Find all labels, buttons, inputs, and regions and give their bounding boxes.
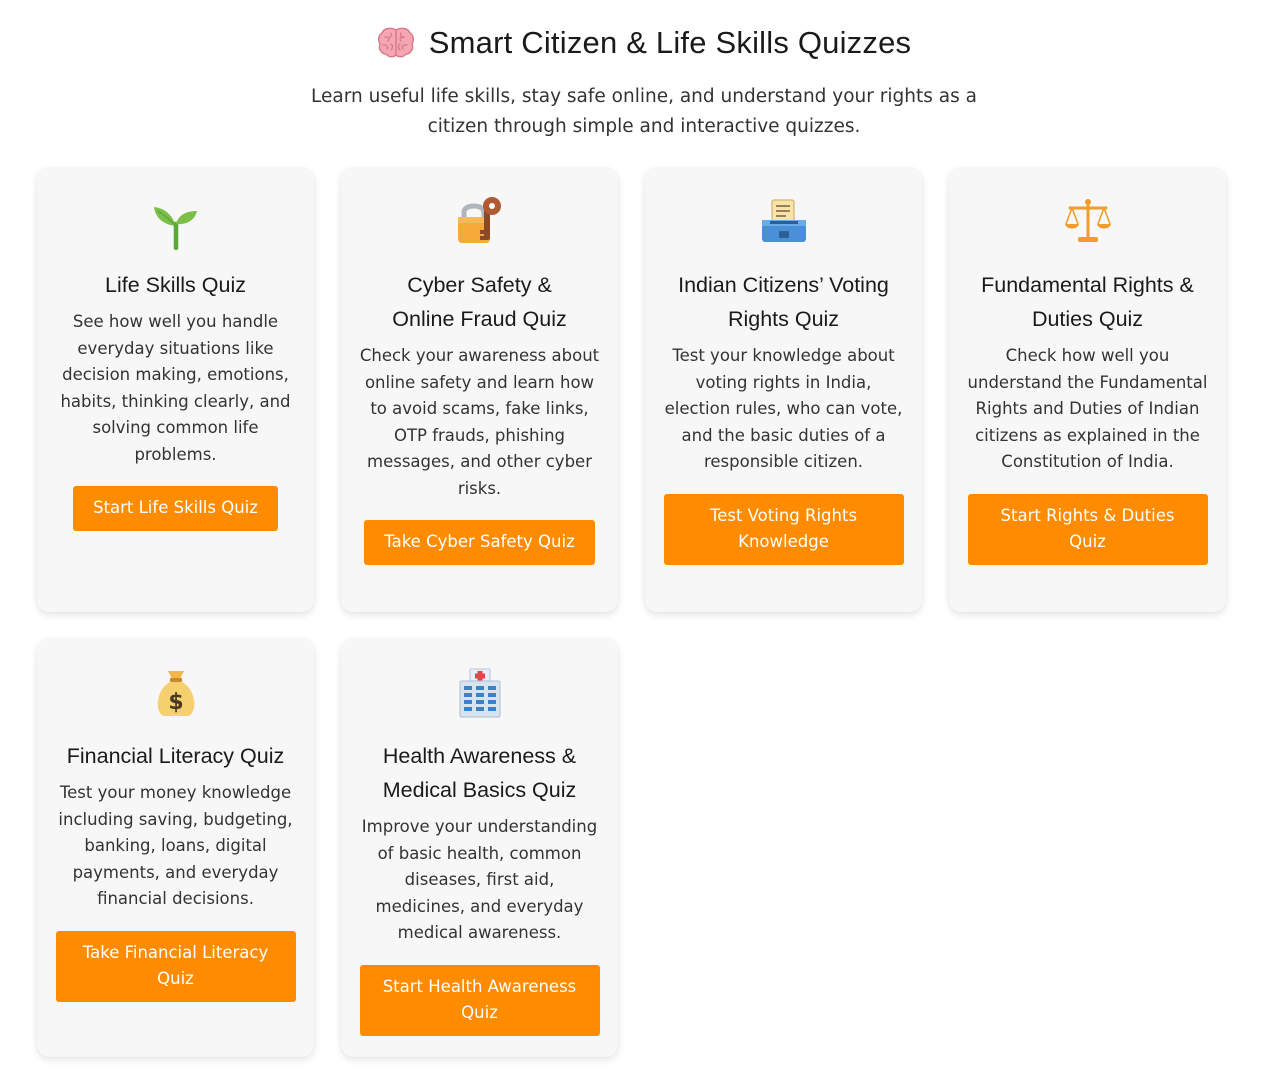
card-title: Financial Literacy Quiz — [66, 744, 285, 768]
card-description: Test your money knowledge including savi… — [58, 783, 293, 908]
scales-icon — [1064, 199, 1111, 242]
hospital-icon — [459, 668, 500, 718]
card-title: Indian Citizens’ Voting Rights Quiz — [678, 273, 889, 331]
start-life-skills-quiz-button[interactable]: Start Life Skills Quiz — [73, 486, 278, 531]
quiz-card-life-skills: Life Skills Quiz See how well you handle… — [37, 168, 314, 612]
card-description: Improve your understanding of basic heal… — [361, 817, 598, 942]
ballot-box-icon — [761, 199, 806, 242]
card-title: Life Skills Quiz — [105, 273, 246, 297]
take-cyber-safety-quiz-button[interactable]: Take Cyber Safety Quiz — [364, 520, 595, 565]
brain-icon — [377, 27, 414, 58]
money-bag-icon: $ — [157, 671, 194, 716]
card-description: Check how well you understand the Fundam… — [967, 346, 1208, 471]
test-voting-rights-knowledge-button[interactable]: Test Voting Rights Knowledge — [663, 493, 904, 565]
card-description: Test your knowledge about voting rights … — [664, 346, 903, 471]
quiz-card-health-awareness: Health Awareness & Medical Basics Quiz I… — [341, 639, 618, 1057]
quiz-card-fundamental-rights: Fundamental Rights & Duties Quiz Check h… — [949, 168, 1226, 612]
title-row: Smart Citizen & Life Skills Quizzes — [0, 18, 1288, 68]
quiz-card-cyber-safety: Cyber Safety & Online Fraud Quiz Check y… — [341, 168, 618, 612]
start-health-awareness-quiz-button[interactable]: Start Health Awareness Quiz — [359, 964, 600, 1036]
card-description: Check your awareness about online safety… — [359, 346, 600, 498]
take-financial-literacy-quiz-button[interactable]: Take Financial Literacy Quiz — [55, 930, 296, 1002]
card-title: Fundamental Rights & Duties Quiz — [981, 273, 1194, 331]
page-header: Smart Citizen & Life Skills Quizzes Lear… — [0, 18, 1288, 142]
page-subtitle: Learn useful life skills, stay safe onli… — [311, 86, 977, 137]
card-description: See how well you handle everyday situati… — [60, 312, 291, 464]
page-title: Smart Citizen & Life Skills Quizzes — [428, 25, 912, 60]
card-title: Cyber Safety & Online Fraud Quiz — [392, 273, 567, 331]
lock-with-key-icon — [457, 197, 501, 243]
card-title: Health Awareness & Medical Basics Quiz — [382, 744, 577, 802]
quiz-card-financial-literacy: $ Financial Literacy Quiz Test your mone… — [37, 639, 314, 1057]
seedling-icon — [153, 207, 197, 250]
quiz-grid: Life Skills Quiz See how well you handle… — [37, 168, 1227, 1057]
svg-text:$: $ — [168, 690, 183, 715]
quiz-card-voting-rights: Indian Citizens’ Voting Rights Quiz Test… — [645, 168, 922, 612]
start-rights-and-duties-quiz-button[interactable]: Start Rights & Duties Quiz — [967, 493, 1208, 565]
